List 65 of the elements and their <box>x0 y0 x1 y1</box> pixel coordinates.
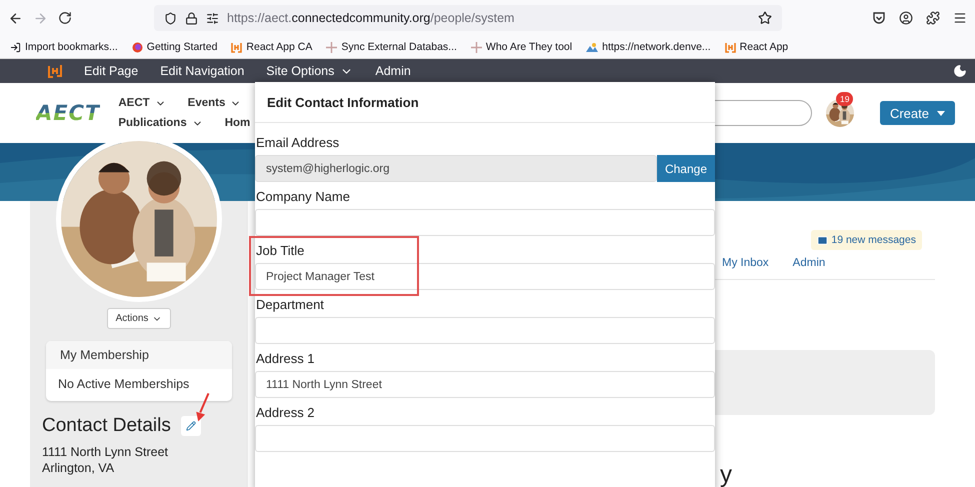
dialog-title: Edit Contact Information <box>255 82 715 123</box>
shield-icon <box>164 12 177 24</box>
pencil-icon <box>186 421 196 431</box>
bookmark-link[interactable]: React App CA <box>231 41 312 53</box>
notification-badge: 19 <box>836 92 854 106</box>
extensions-icon[interactable] <box>926 11 940 25</box>
text-field[interactable] <box>255 425 715 452</box>
cross-icon <box>470 42 482 52</box>
address-line: 1111 North Lynn Street <box>42 445 168 459</box>
change-button[interactable]: Change <box>657 155 715 182</box>
bracket-logo-icon[interactable] <box>48 64 62 78</box>
field-label: Company Name <box>255 189 351 204</box>
nav-link[interactable]: Publications <box>118 117 203 129</box>
mountain-icon <box>586 42 598 52</box>
create-button[interactable]: Create <box>880 101 955 125</box>
browser-logo-icon <box>132 42 143 52</box>
edit-button[interactable] <box>180 416 201 436</box>
field-label: Address 1 <box>255 351 316 366</box>
membership-title: My Membership <box>46 341 232 369</box>
actions-button[interactable]: Actions <box>106 308 172 329</box>
text-field[interactable]: Project Manager Test <box>255 263 715 290</box>
profile-tab[interactable]: My Inbox <box>722 257 769 273</box>
nav-link[interactable]: AECT <box>118 97 166 109</box>
address-bar[interactable]: https://aect.connectedcommunity.org/people/system <box>154 5 782 31</box>
bookmark-link[interactable]: Getting Started <box>132 41 218 53</box>
contact-heading: Contact Details <box>42 415 171 437</box>
field-label: Address 2 <box>255 405 316 420</box>
bracket-logo-icon <box>231 42 242 52</box>
admin-menu-item[interactable]: Site Options <box>266 64 354 78</box>
text-field[interactable] <box>255 317 715 344</box>
email-field[interactable]: system@higherlogic.org <box>255 155 657 182</box>
membership-status: No Active Memberships <box>57 376 190 393</box>
permissions-icon[interactable] <box>206 12 219 24</box>
nav-link[interactable]: Events <box>188 97 242 109</box>
admin-menu-item[interactable]: Edit Page <box>84 64 138 78</box>
url-text: https://aect.connectedcommunity.org/people/system <box>227 11 516 25</box>
import-icon <box>10 42 21 52</box>
reload-icon[interactable] <box>58 11 72 25</box>
profile-tab[interactable]: Admin <box>792 257 826 273</box>
admin-menu-item[interactable]: Admin <box>375 64 411 78</box>
bracket-logo-icon <box>724 42 736 52</box>
text-field[interactable] <box>255 209 715 236</box>
bookmark-link[interactable]: https://network.denve... <box>586 41 711 53</box>
pocket-icon[interactable] <box>872 11 886 25</box>
field-label: Job Title <box>255 243 306 258</box>
admin-menu-item[interactable]: Edit Navigation <box>160 64 244 78</box>
heading-text: y <box>720 461 732 487</box>
field-label: Department <box>255 297 325 312</box>
messages-badge[interactable]: 19 new messages <box>811 230 922 250</box>
bookmark-link[interactable]: Who Are They tool <box>470 41 572 53</box>
address-line: Arlington, VA <box>42 461 116 475</box>
moon-icon[interactable] <box>953 64 967 78</box>
bookmark-link[interactable]: React App <box>724 41 788 53</box>
bookmark-star-icon[interactable] <box>758 11 772 25</box>
account-icon[interactable] <box>899 11 913 25</box>
lock-icon <box>185 12 198 24</box>
menu-icon[interactable] <box>953 11 967 25</box>
back-icon[interactable] <box>8 10 23 26</box>
field-label: Email Address <box>255 135 340 150</box>
caret-icon <box>937 110 945 116</box>
bookmark-link[interactable]: Import bookmarks... <box>10 41 118 53</box>
cross-icon <box>326 42 338 52</box>
text-field[interactable]: 1111 North Lynn Street <box>255 371 715 398</box>
bookmark-link[interactable]: Sync External Databas... <box>326 41 457 53</box>
nav-link[interactable]: Hom <box>224 117 250 129</box>
